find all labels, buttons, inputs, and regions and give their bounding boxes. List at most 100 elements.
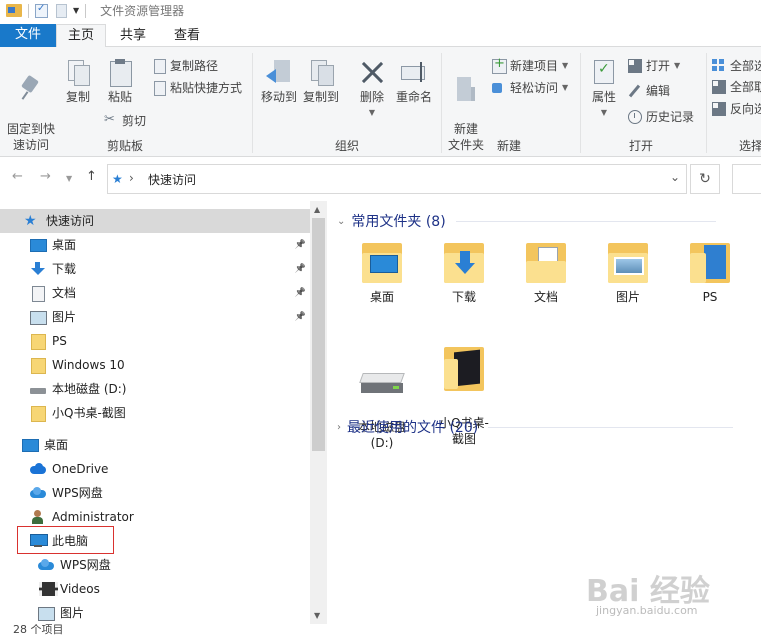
scrollbar-thumb[interactable] [312, 218, 325, 451]
refresh-icon[interactable]: ↻ [690, 164, 720, 194]
desktop-icon [22, 438, 39, 452]
expand-chevron-down-icon[interactable]: ⌄ [337, 216, 345, 227]
cut-button[interactable]: 剪切 [104, 111, 146, 130]
pin-to-quick-access-label: 固定到快 速访问 [6, 122, 55, 152]
open-dropdown-icon: ▼ [674, 61, 681, 70]
pinned-icon[interactable]: 📌 [295, 305, 306, 329]
nav-item[interactable]: Videos [0, 577, 310, 601]
new-group-label: 新建 [496, 139, 521, 153]
folder-icon [30, 406, 46, 422]
videos-icon [38, 582, 58, 596]
pin-to-quick-access-button[interactable]: 固定到快 速访问 [4, 59, 58, 153]
recent-locations-dropdown-icon[interactable]: ▼ [66, 174, 72, 183]
select-all-icon [712, 59, 726, 73]
tile-ps[interactable]: PS [675, 241, 745, 305]
select-all-button[interactable]: 全部选 [712, 57, 761, 75]
search-input[interactable] [732, 164, 761, 194]
recent-files-header[interactable]: › 最近使用的文件 (20) [337, 417, 734, 437]
tile-downloads[interactable]: 下载 [429, 241, 499, 305]
nav-item[interactable]: 桌面 [0, 433, 310, 457]
nav-item[interactable]: OneDrive [0, 457, 310, 481]
documents-icon [30, 286, 46, 302]
tile-desktop[interactable]: 桌面 [347, 241, 417, 305]
new-item-icon [492, 55, 507, 74]
nav-item[interactable]: Windows 10 [0, 353, 310, 377]
quick-access-toolbar: ▼ [0, 0, 79, 21]
tab-file[interactable]: 文件 [0, 24, 56, 47]
paste-shortcut-button[interactable]: 粘贴快捷方式 [152, 79, 242, 97]
scroll-up-icon[interactable]: ▲ [314, 205, 320, 214]
breadcrumb-separator-icon[interactable]: › [129, 171, 134, 185]
delete-button[interactable]: 删除 ▼ [352, 59, 392, 121]
delete-x-icon [359, 59, 385, 85]
address-path[interactable]: 快速访问 [148, 171, 196, 188]
nav-item-label: 桌面 [52, 238, 77, 252]
tab-share[interactable]: 共享 [110, 25, 156, 47]
expand-chevron-right-icon[interactable]: › [337, 422, 341, 433]
tab-home[interactable]: 主页 [56, 24, 106, 47]
paste-button[interactable]: 粘贴 [102, 59, 138, 105]
tab-view[interactable]: 查看 [164, 25, 210, 47]
delete-dropdown-icon[interactable]: ▼ [352, 105, 392, 121]
quick-access-star-icon: ★ [112, 172, 123, 186]
invert-selection-button[interactable]: 反向选 [712, 100, 761, 118]
edit-button[interactable]: 编辑 [628, 82, 670, 100]
select-none-button[interactable]: 全部取 [712, 78, 761, 96]
nav-item[interactable]: WPS网盘 [0, 553, 310, 577]
pinned-icon[interactable]: 📌 [295, 233, 306, 257]
nav-item-label: 图片 [52, 310, 77, 324]
explorer-folder-icon[interactable] [6, 4, 22, 17]
group-separator [580, 53, 581, 153]
rename-button[interactable]: 重命名 [394, 59, 434, 105]
pinned-icon[interactable]: 📌 [295, 281, 306, 305]
new-item-button[interactable]: 新建项目 ▼ [492, 55, 568, 75]
copy-button[interactable]: 复制 [60, 59, 96, 105]
easy-access-button[interactable]: 轻松访问 ▼ [492, 79, 568, 97]
scroll-down-icon[interactable]: ▼ [314, 611, 320, 620]
address-bar[interactable]: ★ › 快速访问 ⌄ [107, 164, 687, 194]
nav-item[interactable]: 快速访问 [0, 209, 310, 233]
new-item-label: 新建项目 [510, 59, 559, 73]
title-bar: ▼ 文件资源管理器 [0, 0, 761, 21]
nav-item[interactable]: 下载 📌 [0, 257, 310, 281]
nav-item[interactable]: PS [0, 329, 310, 353]
history-button[interactable]: 历史记录 [628, 108, 694, 126]
properties-check-icon[interactable] [35, 3, 48, 18]
ps-folder-icon [690, 241, 730, 283]
pinned-icon[interactable]: 📌 [295, 257, 306, 281]
ribbon: 固定到快 速访问 复制 粘贴 复制路径 粘贴快捷方式 剪切 剪贴板 移动到 复制… [0, 47, 761, 157]
pictures-icon [38, 606, 55, 621]
rename-label: 重命名 [395, 90, 432, 104]
nav-item[interactable]: 本地磁盘 (D:) [0, 377, 310, 401]
properties-button[interactable]: 属性 ▼ [586, 59, 622, 121]
open-button[interactable]: 打开 ▼ [628, 57, 680, 75]
new-folder-icon[interactable] [56, 3, 67, 18]
copy-to-button[interactable]: 复制到 [300, 59, 342, 105]
move-to-icon [266, 59, 292, 85]
nav-item[interactable]: 桌面 📌 [0, 233, 310, 257]
forward-arrow-icon[interactable]: → [40, 169, 51, 184]
nav-item[interactable]: 图片 [0, 601, 310, 625]
nav-scrollbar[interactable]: ▲ ▼ [310, 201, 327, 624]
nav-item[interactable]: 图片 📌 [0, 305, 310, 329]
user-icon [30, 510, 46, 524]
tile-documents[interactable]: 文档 [511, 241, 581, 305]
frequent-folders-header[interactable]: ⌄ 常用文件夹 (8) [337, 211, 716, 231]
back-arrow-icon[interactable]: ← [12, 169, 23, 184]
address-dropdown-icon[interactable]: ⌄ [670, 170, 680, 184]
customize-toolbar-dropdown-icon[interactable]: ▼ [73, 6, 79, 15]
tile-pictures[interactable]: 图片 [593, 241, 663, 305]
download-icon [30, 262, 46, 276]
nav-item-label: OneDrive [52, 462, 109, 476]
nav-item[interactable]: WPS网盘 [0, 481, 310, 505]
nav-item[interactable]: 文档 📌 [0, 281, 310, 305]
copy-path-button[interactable]: 复制路径 [152, 57, 218, 75]
tile-label: 桌面 [369, 290, 394, 304]
group-separator [252, 53, 253, 153]
nav-item[interactable]: 小Q书桌-截图 [0, 401, 310, 425]
up-arrow-icon[interactable]: ↑ [86, 169, 97, 184]
move-to-button[interactable]: 移动到 [258, 59, 300, 105]
content-pane: ⌄ 常用文件夹 (8) 桌面 下载 文档 图片 PS 本地磁盘 (D:) 小Q书… [327, 201, 761, 624]
properties-dropdown-icon[interactable]: ▼ [586, 105, 622, 121]
navigation-row: ← → ▼ ↑ ★ › 快速访问 ⌄ ↻ [0, 157, 761, 201]
